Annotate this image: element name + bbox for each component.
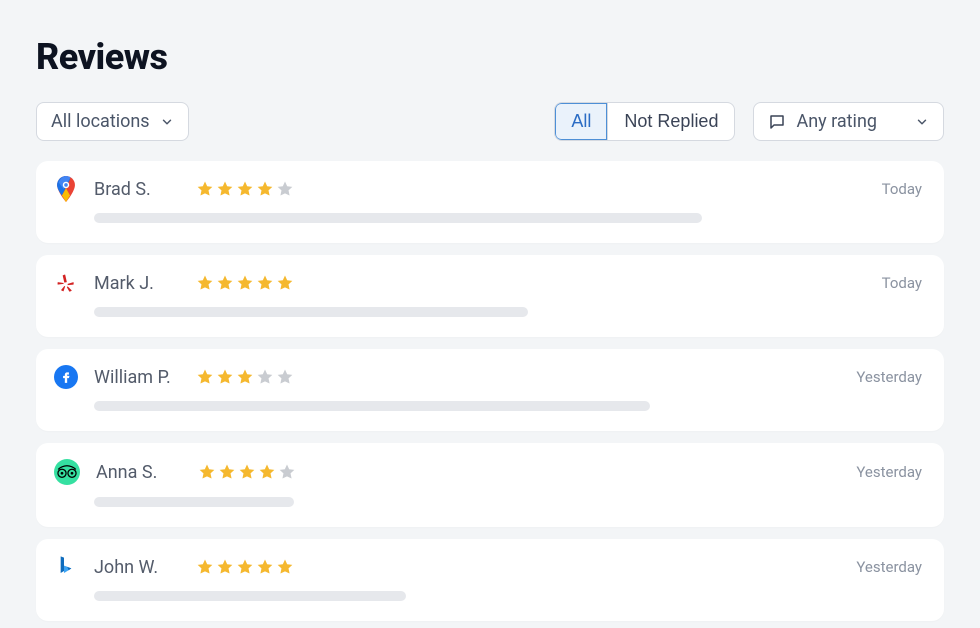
review-header: Anna S. Yesterday	[54, 459, 922, 485]
tripadvisor-icon	[54, 459, 80, 485]
review-card[interactable]: Brad S. Today	[36, 161, 944, 243]
bing-icon	[54, 555, 78, 579]
chevron-down-icon	[160, 115, 174, 129]
reviewer-name: John W.	[94, 557, 184, 578]
star-rating	[196, 558, 294, 576]
reviewer-name: Mark J.	[94, 273, 184, 294]
page-title: Reviews	[36, 36, 944, 78]
review-time: Yesterday	[856, 463, 922, 481]
review-text-placeholder	[94, 213, 702, 223]
review-header: Mark J. Today	[54, 271, 922, 295]
review-time: Today	[882, 274, 922, 292]
review-list: Brad S. Today Mark J. Today William P. Yester…	[36, 161, 944, 621]
review-time: Today	[882, 180, 922, 198]
review-card[interactable]: Anna S. Yesterday	[36, 443, 944, 527]
location-dropdown-label: All locations	[51, 111, 150, 132]
yelp-icon	[54, 271, 78, 295]
reviewer-name: Anna S.	[96, 462, 186, 483]
tab-all[interactable]: All	[555, 103, 607, 140]
chat-icon	[768, 113, 786, 131]
review-header: Brad S. Today	[54, 177, 922, 201]
rating-dropdown-label: Any rating	[796, 111, 877, 132]
location-dropdown[interactable]: All locations	[36, 102, 189, 141]
filter-bar: All locations All Not Replied Any rating	[36, 102, 944, 141]
review-text-placeholder	[94, 307, 528, 317]
chevron-down-icon	[915, 115, 929, 129]
review-header: John W. Yesterday	[54, 555, 922, 579]
google-maps-icon	[54, 177, 78, 201]
review-card[interactable]: John W. Yesterday	[36, 539, 944, 621]
reviewer-name: Brad S.	[94, 179, 184, 200]
star-rating	[196, 274, 294, 292]
review-text-placeholder	[94, 591, 406, 601]
tab-not-replied[interactable]: Not Replied	[607, 103, 734, 140]
review-header: William P. Yesterday	[54, 365, 922, 389]
review-card[interactable]: William P. Yesterday	[36, 349, 944, 431]
review-time: Yesterday	[856, 558, 922, 576]
rating-dropdown[interactable]: Any rating	[753, 102, 944, 141]
star-rating	[196, 368, 294, 386]
review-card[interactable]: Mark J. Today	[36, 255, 944, 337]
reviewer-name: William P.	[94, 367, 184, 388]
review-text-placeholder	[94, 401, 650, 411]
review-text-placeholder	[94, 497, 294, 507]
facebook-icon	[54, 365, 78, 389]
review-time: Yesterday	[856, 368, 922, 386]
star-rating	[198, 463, 296, 481]
star-rating	[196, 180, 294, 198]
reply-filter-tabs: All Not Replied	[554, 102, 735, 141]
